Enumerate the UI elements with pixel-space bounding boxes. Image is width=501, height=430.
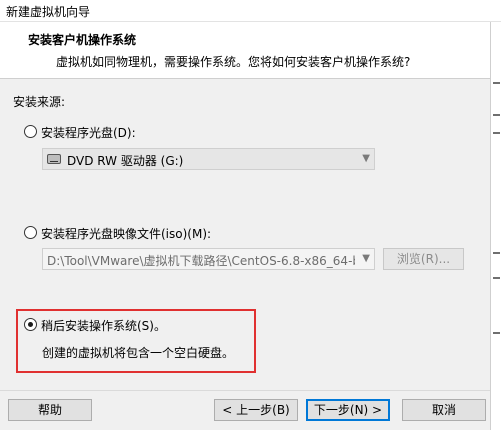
edge-tick: [493, 332, 500, 334]
install-later-radio[interactable]: [24, 318, 37, 331]
chevron-down-icon: ▼: [362, 253, 370, 264]
window-title: 新建虚拟机向导: [6, 5, 91, 19]
disc-drive-value: DVD RW 驱动器 (G:): [67, 154, 184, 168]
install-later-radio-label[interactable]: 稍后安装操作系统(S)。: [41, 317, 166, 334]
page-subtitle: 虚拟机如同物理机，需要操作系统。您将如何安装客户机操作系统?: [56, 55, 411, 69]
install-source-label: 安装来源:: [13, 95, 66, 109]
footer-divider: [0, 390, 490, 391]
iso-radio[interactable]: [24, 226, 37, 239]
edge-tick: [493, 82, 500, 84]
iso-path-combobox[interactable]: D:\Tool\VMware\虚拟机下载路径\CentOS-6.8-x86_64…: [42, 248, 375, 270]
cancel-button[interactable]: 取消: [402, 399, 486, 421]
wizard-header: 安装客户机操作系统 虚拟机如同物理机，需要操作系统。您将如何安装客户机操作系统?: [0, 22, 490, 79]
iso-path-value: D:\Tool\VMware\虚拟机下载路径\CentOS-6.8-x86_64…: [47, 254, 355, 268]
next-button[interactable]: 下一步(N) >: [306, 399, 390, 421]
edge-tick: [493, 114, 500, 116]
title-bar: 新建虚拟机向导: [0, 0, 501, 22]
back-button[interactable]: < 上一步(B): [214, 399, 298, 421]
edge-tick: [493, 132, 500, 134]
disc-drive-select[interactable]: DVD RW 驱动器 (G:) ▼: [42, 148, 375, 170]
browse-button[interactable]: 浏览(R)...: [383, 248, 464, 270]
edge-tick: [493, 252, 500, 254]
edge-tick: [493, 277, 500, 279]
install-later-description: 创建的虚拟机将包含一个空白硬盘。: [42, 346, 235, 360]
chevron-down-icon: ▼: [362, 153, 370, 164]
help-button[interactable]: 帮助: [8, 399, 92, 421]
iso-radio-label[interactable]: 安装程序光盘映像文件(iso)(M):: [41, 225, 211, 242]
page-title: 安装客户机操作系统: [28, 33, 137, 47]
disc-radio[interactable]: [24, 125, 37, 138]
window-edge-strip: [490, 22, 501, 430]
disc-radio-label[interactable]: 安装程序光盘(D):: [41, 124, 136, 141]
dvd-drive-icon: [47, 154, 61, 164]
